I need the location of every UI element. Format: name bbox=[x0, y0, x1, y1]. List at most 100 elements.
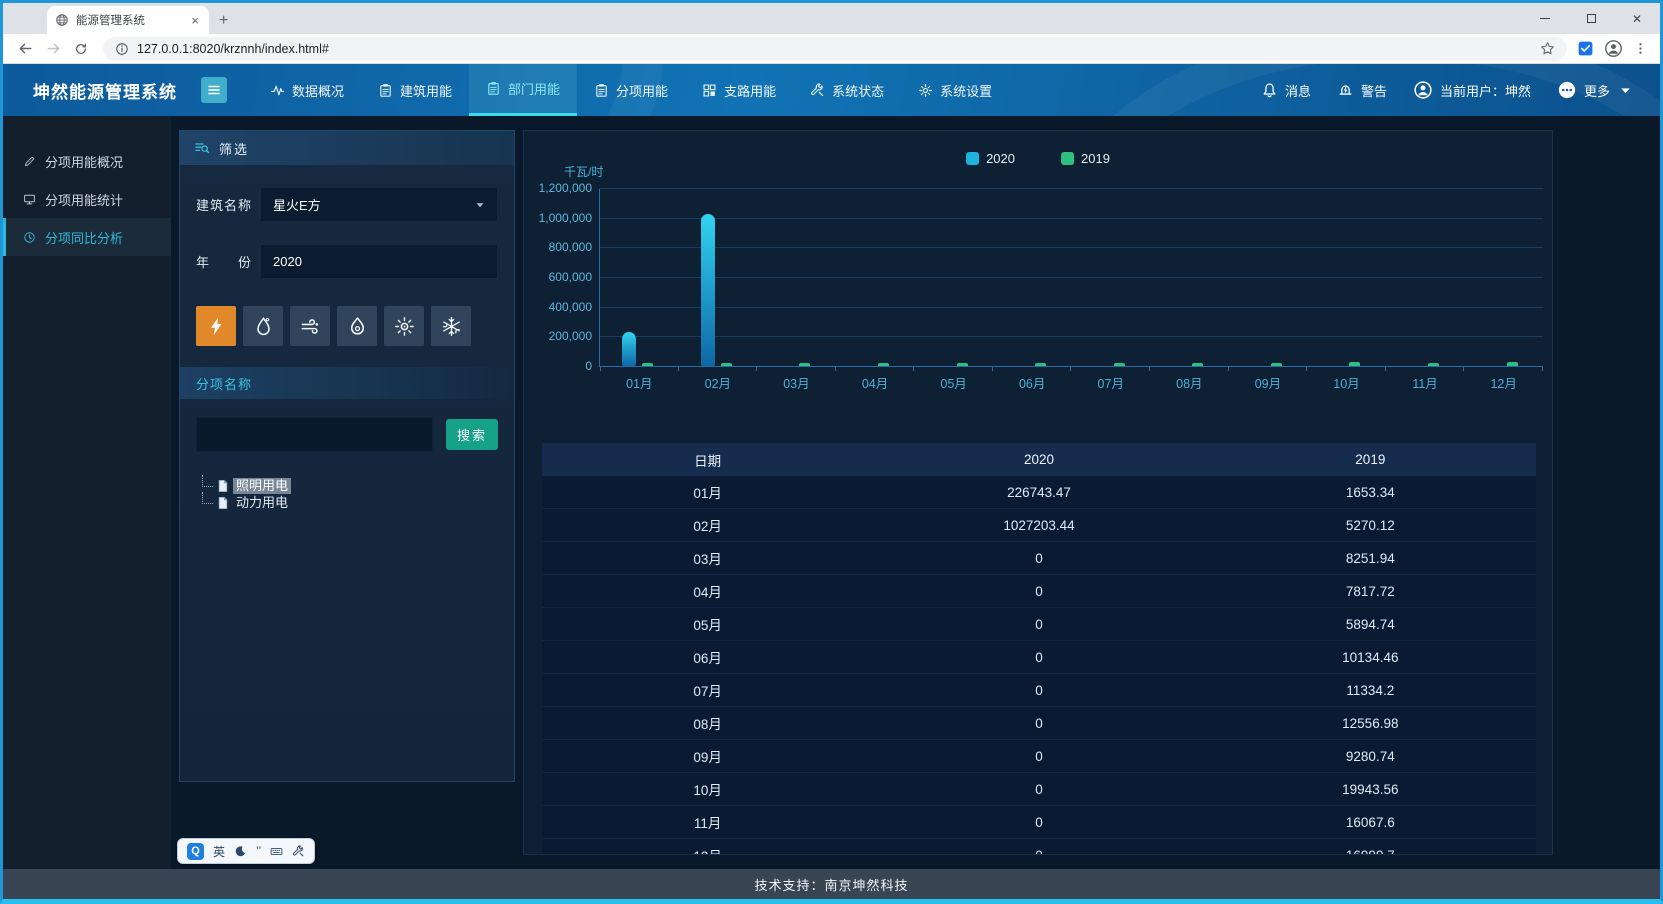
new-tab-button[interactable]: + bbox=[219, 12, 228, 30]
table-header-cell: 2019 bbox=[1205, 443, 1536, 476]
tree-item-label[interactable]: 照明用电 bbox=[233, 478, 291, 494]
bar-2019[interactable] bbox=[721, 363, 732, 366]
tree-item[interactable]: 动力用电 bbox=[202, 494, 498, 511]
energy-water-button[interactable] bbox=[243, 306, 283, 346]
ime-tools-icon[interactable] bbox=[292, 845, 305, 858]
legend-item[interactable]: 2019 bbox=[1061, 151, 1110, 166]
minimize-button[interactable] bbox=[1522, 3, 1568, 34]
bar-2019[interactable] bbox=[799, 363, 810, 366]
ime-punctuation-toggle[interactable]: ’’ bbox=[256, 844, 261, 858]
tab-title: 能源管理系统 bbox=[76, 12, 182, 28]
bar-2019[interactable] bbox=[1507, 362, 1518, 366]
tree-item-label[interactable]: 动力用电 bbox=[233, 495, 291, 511]
bar-2019[interactable] bbox=[1428, 363, 1439, 366]
sidebar-item[interactable]: 分项用能概况 bbox=[3, 142, 171, 180]
table-row[interactable]: 05月05894.74 bbox=[542, 608, 1536, 641]
table-row[interactable]: 02月1027203.445270.12 bbox=[542, 509, 1536, 542]
close-button[interactable]: ✕ bbox=[1614, 3, 1660, 34]
topnav-item-label: 建筑用能 bbox=[400, 81, 452, 100]
topnav-item[interactable]: 系统状态 bbox=[793, 64, 901, 116]
messages-button[interactable]: 消息 bbox=[1261, 81, 1311, 100]
table-cell: 03月 bbox=[542, 542, 873, 574]
bar-2019[interactable] bbox=[1271, 363, 1282, 366]
search-button[interactable]: 搜索 bbox=[446, 419, 498, 450]
pencil-icon bbox=[23, 155, 36, 168]
topnav-item-label: 支路用能 bbox=[724, 81, 776, 100]
browser-tab[interactable]: 能源管理系统 × bbox=[47, 6, 209, 34]
bar-2019[interactable] bbox=[957, 363, 968, 366]
ime-logo[interactable]: Q bbox=[187, 843, 204, 860]
energy-electricity-button[interactable] bbox=[196, 306, 236, 346]
table-cell: 5894.74 bbox=[1205, 608, 1536, 640]
table-row[interactable]: 06月010134.46 bbox=[542, 641, 1536, 674]
url-text[interactable]: 127.0.0.1:8020/krznnh/index.html# bbox=[137, 42, 1532, 56]
topnav-item[interactable]: 分项用能 bbox=[577, 64, 685, 116]
subitem-search-input[interactable] bbox=[196, 417, 433, 452]
table-row[interactable]: 09月09280.74 bbox=[542, 740, 1536, 773]
building-select[interactable]: 星火E方 bbox=[260, 187, 498, 222]
table-cell: 09月 bbox=[542, 740, 873, 772]
y-axis-tick-label: 400,000 bbox=[549, 300, 592, 314]
refresh-button[interactable] bbox=[69, 37, 93, 61]
x-axis-label: 11月 bbox=[1386, 373, 1465, 392]
extension-icon[interactable] bbox=[1577, 40, 1594, 57]
table-cell: 16067.6 bbox=[1205, 806, 1536, 838]
tab-close-icon[interactable]: × bbox=[189, 13, 201, 28]
table-row[interactable]: 04月07817.72 bbox=[542, 575, 1536, 608]
sidebar-item[interactable]: 分项用能统计 bbox=[3, 180, 171, 218]
topnav-item[interactable]: 部门用能 bbox=[469, 64, 577, 116]
collapse-menu-button[interactable] bbox=[201, 77, 227, 103]
legend-item[interactable]: 2020 bbox=[966, 151, 1015, 166]
energy-cooling-button[interactable] bbox=[431, 306, 471, 346]
browser-menu-icon[interactable] bbox=[1633, 41, 1648, 56]
energy-wind-button[interactable] bbox=[290, 306, 330, 346]
table-row[interactable]: 01月226743.471653.34 bbox=[542, 476, 1536, 509]
bar-2020[interactable] bbox=[622, 332, 636, 366]
energy-heat-button[interactable] bbox=[384, 306, 424, 346]
app-title: 坤然能源管理系统 bbox=[33, 78, 177, 103]
table-cell: 11334.2 bbox=[1205, 674, 1536, 706]
sidebar-item[interactable]: 分项同比分析 bbox=[3, 218, 171, 256]
topnav-item[interactable]: 支路用能 bbox=[685, 64, 793, 116]
table-row[interactable]: 12月016999.7 bbox=[542, 839, 1536, 855]
bar-2019[interactable] bbox=[1114, 363, 1125, 366]
table-row[interactable]: 03月08251.94 bbox=[542, 542, 1536, 575]
profile-avatar-icon[interactable] bbox=[1604, 39, 1623, 58]
chart-months: 01月02月03月04月05月06月07月08月09月10月11月12月 bbox=[600, 189, 1543, 366]
keyboard-icon[interactable] bbox=[270, 845, 283, 858]
back-button[interactable] bbox=[13, 37, 37, 61]
bar-2020[interactable] bbox=[701, 214, 715, 366]
bar-2019[interactable] bbox=[878, 363, 889, 366]
forward-button[interactable] bbox=[41, 37, 65, 61]
table-row[interactable]: 07月011334.2 bbox=[542, 674, 1536, 707]
bookmark-star-icon[interactable] bbox=[1540, 41, 1555, 56]
content: 分项用能概况分项用能统计分项同比分析 筛选 建筑名称 星火E方 年 份 bbox=[3, 116, 1660, 869]
topnav-item[interactable]: 数据概况 bbox=[253, 64, 361, 116]
current-user[interactable]: 当前用户：坤然 bbox=[1413, 80, 1531, 100]
maximize-button[interactable] bbox=[1568, 3, 1614, 34]
ime-language-toggle[interactable]: 英 bbox=[213, 843, 225, 860]
table-header-cell: 日期 bbox=[542, 443, 873, 476]
more-menu[interactable]: 更多 bbox=[1557, 80, 1634, 100]
alerts-button[interactable]: 警告 bbox=[1337, 81, 1387, 100]
table-cell: 7817.72 bbox=[1205, 575, 1536, 607]
menu-icon bbox=[206, 82, 222, 98]
topnav-item[interactable]: 系统设置 bbox=[901, 64, 1009, 116]
bar-2019[interactable] bbox=[1349, 362, 1360, 366]
moon-icon[interactable] bbox=[234, 845, 247, 858]
bar-2019[interactable] bbox=[642, 363, 653, 366]
url-box[interactable]: 127.0.0.1:8020/krznnh/index.html# bbox=[103, 37, 1567, 61]
table-cell: 16999.7 bbox=[1205, 839, 1536, 855]
year-input[interactable] bbox=[260, 244, 498, 279]
current-user-label: 当前用户：坤然 bbox=[1440, 81, 1531, 100]
bar-2019[interactable] bbox=[1192, 363, 1203, 366]
table-row[interactable]: 11月016067.6 bbox=[542, 806, 1536, 839]
table-row[interactable]: 10月019943.56 bbox=[542, 773, 1536, 806]
tree-item[interactable]: 照明用电 bbox=[202, 477, 498, 494]
info-icon[interactable] bbox=[115, 42, 129, 56]
bar-2019[interactable] bbox=[1035, 363, 1046, 366]
table-cell: 0 bbox=[873, 608, 1204, 640]
table-row[interactable]: 08月012556.98 bbox=[542, 707, 1536, 740]
energy-gas-button[interactable] bbox=[337, 306, 377, 346]
topnav-item[interactable]: 建筑用能 bbox=[361, 64, 469, 116]
